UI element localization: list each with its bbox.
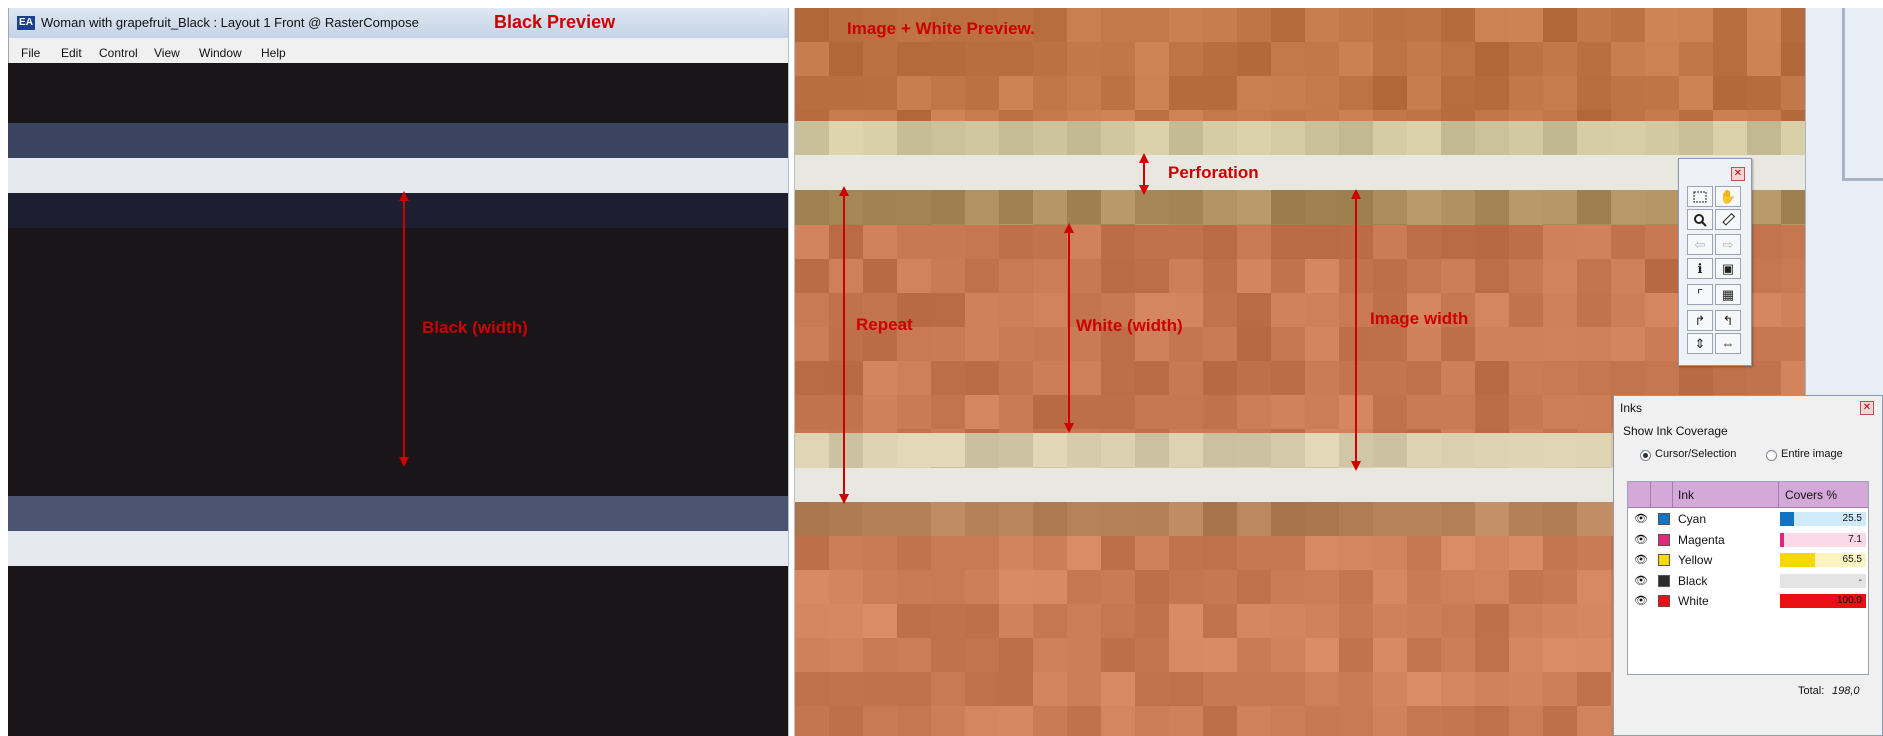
ink-name: Cyan — [1678, 512, 1707, 526]
coverage-bar-fill — [1780, 512, 1794, 526]
coverage-bar: 25.5 — [1780, 512, 1866, 526]
ink-color-swatch — [1658, 513, 1670, 525]
frame-icon[interactable]: ▣ — [1715, 258, 1741, 279]
flip-vertical-icon[interactable]: ⇕ — [1687, 333, 1713, 354]
info-icon[interactable]: ℹ — [1687, 258, 1713, 279]
coverage-value: 100.0 — [1836, 595, 1862, 606]
visibility-eye-icon[interactable]: 👁 — [1634, 533, 1648, 546]
column-divider — [1778, 482, 1779, 507]
coverage-bar: - — [1780, 573, 1866, 588]
ink-color-swatch — [1658, 533, 1670, 546]
visibility-eye-icon[interactable]: 👁 — [1634, 553, 1648, 566]
grid-icon[interactable]: ▦ — [1715, 284, 1741, 305]
ink-color-swatch — [1658, 554, 1670, 566]
cursor-selection-label: Cursor/Selection — [1655, 448, 1737, 460]
column-divider — [1650, 482, 1651, 507]
inks-panel-title: Inks — [1620, 401, 1643, 415]
ink-column-header[interactable]: Ink — [1678, 488, 1694, 502]
ink-name: Yellow — [1678, 553, 1713, 567]
close-icon[interactable]: ✕ — [1860, 401, 1874, 415]
entire-image-radio[interactable] — [1766, 450, 1777, 461]
rotate-left-icon[interactable]: ↰ — [1715, 310, 1741, 331]
total-value: 198,0 — [1832, 685, 1860, 697]
marquee-icon[interactable] — [1687, 186, 1713, 207]
ink-table-header: Ink Covers % — [1628, 482, 1868, 508]
ink-row-black[interactable]: 👁 Black - — [1628, 571, 1868, 591]
coverage-value: 65.5 — [1842, 554, 1862, 565]
inks-panel: Inks ✕ Show Ink Coverage Cursor/Selectio… — [1613, 395, 1883, 736]
corner-icon[interactable]: ⌜ — [1687, 284, 1713, 305]
hand-icon[interactable]: ✋ — [1715, 186, 1741, 207]
show-ink-coverage-label: Show Ink Coverage — [1623, 424, 1728, 438]
rotate-right-icon[interactable]: ↱ — [1687, 310, 1713, 331]
close-icon[interactable]: ✕ — [1731, 167, 1745, 181]
coverage-bar: 100.0 — [1780, 594, 1866, 608]
coverage-value: 25.5 — [1842, 513, 1862, 524]
ink-name: Magenta — [1678, 532, 1725, 547]
ink-color-swatch — [1658, 595, 1670, 607]
coverage-bar-fill — [1780, 553, 1815, 567]
flip-horizontal-icon[interactable]: ⇔ — [1715, 333, 1741, 354]
coverage-bar-fill — [1780, 532, 1784, 547]
arrow-left-icon[interactable]: ⇦ — [1687, 234, 1713, 255]
coverage-value: 7.1 — [1848, 533, 1862, 545]
visibility-eye-icon[interactable]: 👁 — [1634, 512, 1648, 525]
coverage-value: - — [1858, 574, 1862, 586]
ink-row-magenta[interactable]: 👁 Magenta 7.1 — [1628, 530, 1868, 550]
total-label: Total: — [1798, 685, 1825, 697]
ink-table: Ink Covers % 👁 Cyan 25.5 👁 Magenta 7.1 👁 Yellow… — [1627, 481, 1869, 675]
zoom-icon[interactable] — [1687, 209, 1713, 230]
coverage-bar: 65.5 — [1780, 553, 1866, 567]
ink-name: White — [1678, 594, 1709, 608]
visibility-eye-icon[interactable]: 👁 — [1634, 574, 1648, 587]
cursor-selection-radio[interactable] — [1640, 450, 1651, 461]
tools-palette: ✕ ✋ ⇦ ⇨ ℹ ▣ ⌜ ▦ ↱ ↰ ⇕ ⇔ — [1678, 158, 1752, 366]
arrow-right-icon[interactable]: ⇨ — [1715, 234, 1741, 255]
ink-color-swatch — [1658, 574, 1670, 587]
covers-column-header[interactable]: Covers % — [1785, 488, 1837, 502]
coverage-bar: 7.1 — [1780, 532, 1866, 547]
ruler-icon[interactable] — [1715, 209, 1741, 230]
column-divider — [1672, 482, 1673, 507]
ink-row-yellow[interactable]: 👁 Yellow 65.5 — [1628, 550, 1868, 570]
visibility-eye-icon[interactable]: 👁 — [1634, 594, 1648, 607]
entire-image-label: Entire image — [1781, 448, 1843, 460]
ink-row-cyan[interactable]: 👁 Cyan 25.5 — [1628, 509, 1868, 529]
annotation-arrows — [399, 153, 1361, 504]
ink-name: Black — [1678, 573, 1708, 588]
ink-row-white[interactable]: 👁 White 100.0 — [1628, 591, 1868, 611]
